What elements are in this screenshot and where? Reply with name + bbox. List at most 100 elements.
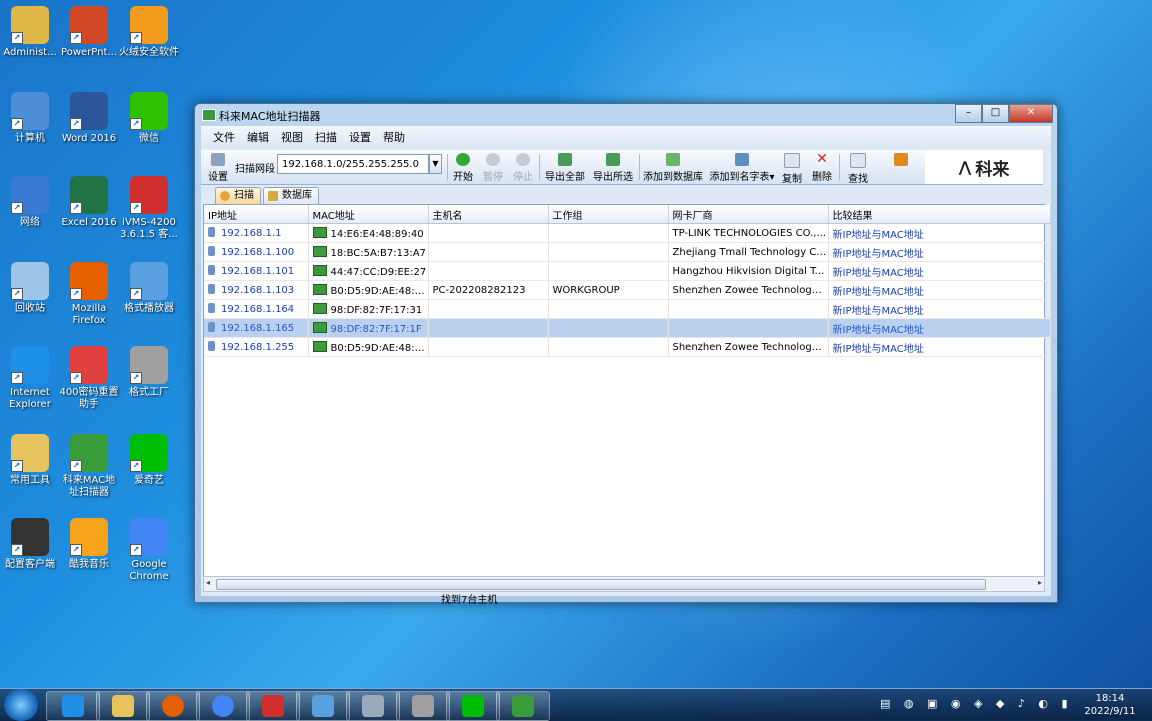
table-row[interactable]: 192.168.1.101 44:47:CC:D9:EE:27 Hangzhou H… bbox=[204, 261, 1051, 281]
table-row[interactable]: 192.168.1.165 98:DF:82:7F:17:1F 新IP地址与MAC地… bbox=[204, 318, 1051, 338]
add-to-namelist-button[interactable]: 添加到名字表▾ bbox=[709, 152, 775, 183]
desktop-icon[interactable]: ↗ 格式播放器 bbox=[119, 262, 179, 315]
cell-result-text: 新IP地址与MAC地址 bbox=[832, 324, 924, 336]
segment-input[interactable]: 192.168.1.0/255.255.255.0 bbox=[277, 154, 429, 174]
results-table: IP地址 MAC地址 主机名 工作组 网卡厂商 比较结果 192.168.1.1… bbox=[204, 205, 1051, 357]
stop-button[interactable]: 停止 bbox=[511, 152, 535, 183]
export-all-button[interactable]: 导出全部 bbox=[543, 152, 587, 183]
scroll-left-arrow-icon[interactable]: ◂ bbox=[206, 578, 210, 587]
taskbar-firefox[interactable] bbox=[146, 691, 200, 721]
shop-button[interactable] bbox=[889, 152, 913, 168]
minimize-button[interactable]: – bbox=[955, 104, 982, 123]
desktop-icon[interactable]: ↗ Administ... bbox=[0, 6, 60, 59]
cell-workgroup: WORKGROUP bbox=[548, 280, 669, 300]
nic-icon bbox=[312, 283, 327, 295]
table-row[interactable]: 192.168.1.255 B0:D5:9D:AE:48:F6 Shenzhen Z… bbox=[204, 337, 1051, 357]
cell-ip-text: 192.168.1.164 bbox=[221, 304, 295, 315]
tab-database[interactable]: 数据库 bbox=[263, 187, 319, 204]
shortcut-arrow-icon: ↗ bbox=[11, 460, 23, 472]
desktop-icon[interactable]: ↗ 计算机 bbox=[0, 92, 60, 145]
close-button[interactable]: ✕ bbox=[1009, 104, 1053, 123]
desktop-icon[interactable]: ↗ 回收站 bbox=[0, 262, 60, 315]
delete-x-icon: ✕ bbox=[816, 151, 828, 167]
copy-button[interactable]: 复制 bbox=[779, 152, 805, 185]
desktop-icon[interactable]: ↗ 常用工具 bbox=[0, 434, 60, 487]
taskbar-explorer[interactable] bbox=[96, 691, 150, 721]
kuwo-icon: ↗ bbox=[70, 518, 108, 556]
toolbar-separator bbox=[839, 154, 840, 180]
desktop-icon[interactable]: ↗ 400密码重置助手 bbox=[59, 346, 119, 411]
menu-edit[interactable]: 编辑 bbox=[247, 129, 269, 145]
taskbar-chrome[interactable] bbox=[196, 691, 250, 721]
table-row[interactable]: 192.168.1.100 18:BC:5A:B7:13:A7 Zhejiang T… bbox=[204, 242, 1051, 262]
desktop-icon-label: 常用工具 bbox=[10, 475, 50, 486]
column-header-hostname[interactable]: 主机名 bbox=[428, 205, 549, 224]
menu-help[interactable]: 帮助 bbox=[383, 129, 405, 145]
start-button[interactable] bbox=[4, 689, 38, 721]
taskbar-app[interactable] bbox=[296, 691, 350, 721]
scroll-right-arrow-icon[interactable]: ▸ bbox=[1038, 578, 1042, 587]
column-header-result[interactable]: 比较结果 bbox=[828, 205, 1051, 224]
desktop-icon[interactable]: ↗ Internet Explorer bbox=[0, 346, 60, 411]
menu-scan[interactable]: 扫描 bbox=[315, 129, 337, 145]
namelist-icon bbox=[735, 153, 749, 166]
table-row[interactable]: 192.168.1.164 98:DF:82:7F:17:31 新IP地址与MAC地… bbox=[204, 299, 1051, 319]
table-row[interactable]: 192.168.1.103 B0:D5:9D:AE:48:F6 PC-2022082… bbox=[204, 280, 1051, 300]
desktop-icon[interactable]: ↗ 火绒安全软件 bbox=[119, 6, 179, 59]
title-bar[interactable]: 科来MAC地址扫描器 – □ ✕ bbox=[195, 104, 1057, 126]
desktop-icon[interactable]: ↗ 网络 bbox=[0, 176, 60, 229]
cell-mac: B0:D5:9D:AE:48:F6 bbox=[308, 280, 429, 300]
desktop-icon[interactable]: ↗ Word 2016 bbox=[59, 92, 119, 145]
cell-vendor bbox=[668, 299, 829, 319]
table-row[interactable]: 192.168.1.1 14:E6:E4:48:89:40 TP-LINK TECH… bbox=[204, 223, 1051, 243]
tab-scan[interactable]: 扫描 bbox=[215, 187, 261, 204]
huorong-icon: ↗ bbox=[130, 6, 168, 44]
cell-result-text: 新IP地址与MAC地址 bbox=[832, 286, 924, 298]
cell-ip-text: 192.168.1.255 bbox=[221, 342, 295, 353]
taskbar-ie[interactable] bbox=[46, 691, 100, 721]
desktop-icon[interactable]: ↗ iVMS-4200 3.6.1.5 客... bbox=[119, 176, 179, 241]
column-header-mac[interactable]: MAC地址 bbox=[308, 205, 429, 224]
desktop-icon-label: Word 2016 bbox=[61, 133, 117, 144]
taskbar-format-factory[interactable] bbox=[396, 691, 450, 721]
desktop-icon[interactable]: ↗ PowerPnt... bbox=[59, 6, 119, 59]
cell-result: 新IP地址与MAC地址 bbox=[828, 223, 1051, 243]
settings-button[interactable]: 设置 bbox=[205, 152, 231, 183]
taskbar-mac-scanner[interactable] bbox=[496, 691, 550, 721]
system-tray[interactable]: ▤ ◍ ▣ ◉ ◈ ◆ ♪ ◐ ▮ bbox=[880, 697, 1073, 710]
column-header-ip[interactable]: IP地址 bbox=[204, 205, 309, 224]
desktop-icon[interactable]: ↗ 微信 bbox=[119, 92, 179, 145]
shortcut-arrow-icon: ↗ bbox=[130, 372, 142, 384]
column-header-vendor[interactable]: 网卡厂商 bbox=[668, 205, 829, 224]
column-header-workgroup[interactable]: 工作组 bbox=[548, 205, 669, 224]
segment-dropdown-button[interactable]: ▼ bbox=[429, 154, 442, 174]
desktop-icon[interactable]: ↗ Google Chrome bbox=[119, 518, 179, 583]
cell-ip: 192.168.1.165 bbox=[204, 318, 309, 338]
cell-hostname bbox=[428, 299, 549, 319]
delete-button[interactable]: ✕ 删除 bbox=[809, 152, 835, 183]
taskbar-huorong[interactable] bbox=[246, 691, 300, 721]
scrollbar-thumb[interactable] bbox=[216, 579, 986, 590]
shortcut-arrow-icon: ↗ bbox=[130, 288, 142, 300]
desktop-icon[interactable]: ↗ 科来MAC地址扫描器 bbox=[59, 434, 119, 499]
add-to-database-button[interactable]: 添加到数据库 bbox=[643, 152, 703, 183]
taskbar-iqiyi[interactable] bbox=[446, 691, 500, 721]
menu-view[interactable]: 视图 bbox=[281, 129, 303, 145]
desktop-icon[interactable]: ↗ 配置客户端 bbox=[0, 518, 60, 571]
desktop-icon[interactable]: ↗ 爱奇艺 bbox=[119, 434, 179, 487]
pause-button[interactable]: 暂停 bbox=[481, 152, 505, 183]
desktop-icon[interactable]: ↗ 格式工厂 bbox=[119, 346, 179, 399]
export-selected-button[interactable]: 导出所选 bbox=[591, 152, 635, 183]
horizontal-scrollbar[interactable]: ◂ ▸ bbox=[203, 576, 1045, 592]
desktop-icon[interactable]: ↗ Mozilla Firefox bbox=[59, 262, 119, 327]
menu-settings[interactable]: 设置 bbox=[349, 129, 371, 145]
network-icon: ↗ bbox=[11, 176, 49, 214]
clock[interactable]: 18:14 2022/9/11 bbox=[1082, 692, 1138, 718]
start-button[interactable]: 开始 bbox=[451, 152, 475, 183]
desktop-icon[interactable]: ↗ 酷我音乐 bbox=[59, 518, 119, 571]
find-button[interactable]: 查找 bbox=[845, 152, 871, 185]
taskbar-player[interactable] bbox=[346, 691, 400, 721]
maximize-button[interactable]: □ bbox=[982, 104, 1009, 123]
menu-file[interactable]: 文件 bbox=[213, 129, 235, 145]
desktop-icon[interactable]: ↗ Excel 2016 bbox=[59, 176, 119, 229]
